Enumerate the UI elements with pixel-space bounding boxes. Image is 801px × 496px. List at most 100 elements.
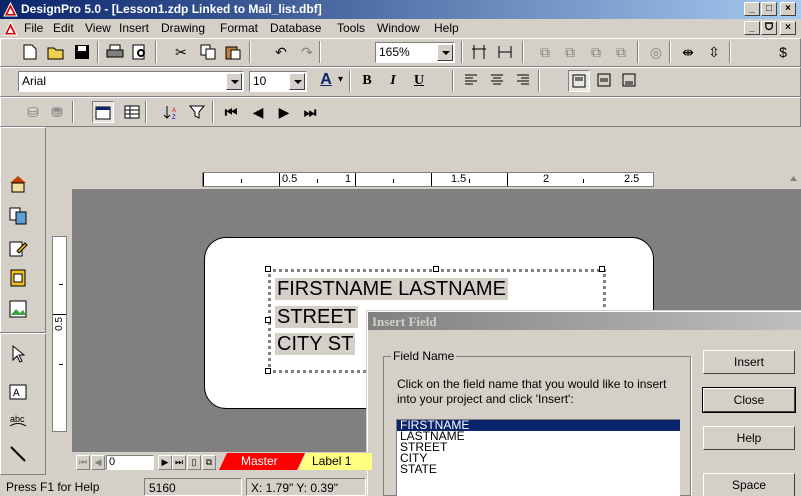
dialog-title[interactable]: Insert Field (368, 312, 801, 330)
flip-vertical-icon[interactable]: ⇳ (703, 41, 725, 63)
add-page-icon[interactable]: ▯ (187, 455, 201, 470)
document-logo-icon[interactable] (3, 21, 18, 36)
insert-button[interactable]: Insert (703, 350, 795, 374)
record-number-input[interactable]: 0 (106, 455, 154, 470)
filter-icon[interactable] (186, 101, 208, 123)
edit-pencil-icon[interactable] (8, 238, 32, 262)
toolbar-separator (97, 41, 99, 63)
toolbar-separator (461, 41, 463, 63)
menu-file[interactable]: File (24, 21, 43, 35)
list-item[interactable]: STATE (397, 463, 680, 475)
resize-handle[interactable] (599, 266, 605, 272)
sort-icon[interactable]: AZ (160, 101, 182, 123)
window-titlebar[interactable]: DesignPro 5.0 - [Lesson1.zdp Linked to M… (0, 0, 801, 19)
layout-icon[interactable] (8, 206, 32, 230)
toolbar-separator (637, 41, 639, 63)
chevron-down-icon[interactable]: ▾ (338, 74, 343, 85)
table-view-icon[interactable] (121, 101, 143, 123)
ruler-tick (393, 179, 394, 183)
home-icon[interactable] (8, 174, 32, 198)
undo-icon[interactable]: ↶ (270, 41, 292, 63)
print-icon[interactable] (104, 41, 126, 63)
valign-top-icon[interactable] (568, 70, 590, 92)
valign-middle-icon[interactable] (593, 70, 615, 92)
svg-text:A: A (172, 108, 176, 114)
text-box-icon[interactable]: A (8, 382, 32, 406)
valign-bottom-icon[interactable] (618, 70, 640, 92)
italic-button[interactable]: I (382, 70, 404, 92)
menu-drawing[interactable]: Drawing (161, 21, 205, 35)
align-right-icon[interactable] (512, 70, 534, 92)
maximize-button[interactable]: □ (761, 2, 777, 16)
paste-icon[interactable] (222, 41, 244, 63)
picture-icon[interactable] (8, 299, 32, 323)
list-item[interactable]: CITY (397, 452, 680, 464)
last-record-icon[interactable]: ⏭ (299, 101, 321, 123)
label-line-street[interactable]: STREET (275, 306, 358, 328)
resize-handle[interactable] (433, 266, 439, 272)
new-file-icon[interactable] (19, 41, 41, 63)
doc-restore-button[interactable]: ᗜ (761, 21, 777, 35)
zoom-select[interactable]: 165% (375, 42, 455, 63)
arc-text-icon[interactable]: abc (8, 412, 32, 436)
resize-handle[interactable] (265, 266, 271, 272)
tab-master[interactable]: Master (219, 453, 305, 470)
close-button[interactable]: × (780, 2, 796, 16)
underline-button[interactable]: U (408, 70, 430, 92)
toolbar-separator (155, 41, 157, 63)
previous-record-icon[interactable]: ◀ (247, 101, 269, 123)
flip-horizontal-icon[interactable]: ⇼ (677, 41, 699, 63)
horizontal-ruler: 0.5 1 1.5 2 2.5 (202, 172, 654, 187)
font-size-select[interactable]: 10 (249, 71, 307, 92)
menu-tools[interactable]: Tools (337, 21, 365, 35)
resize-handle[interactable] (265, 368, 271, 374)
ruler-label: 2.5 (624, 173, 640, 185)
list-item[interactable]: STREET (397, 441, 680, 453)
label-line-city-state[interactable]: CITY ST (275, 333, 356, 355)
align-icon[interactable] (494, 41, 516, 63)
chevron-down-icon[interactable] (437, 44, 453, 61)
menu-edit[interactable]: Edit (53, 21, 74, 35)
dollar-icon[interactable]: $ (772, 41, 794, 63)
chevron-down-icon[interactable] (289, 73, 305, 90)
bold-button[interactable]: B (356, 70, 378, 92)
menu-database[interactable]: Database (270, 21, 321, 35)
font-color-button[interactable]: A (314, 71, 338, 93)
menu-format[interactable]: Format (220, 21, 258, 35)
first-record-icon[interactable]: ⏮ (220, 101, 242, 123)
tab-label-1-text: Label 1 (312, 454, 352, 468)
align-left-icon[interactable] (460, 70, 482, 92)
open-folder-icon[interactable] (45, 41, 67, 63)
align-center-icon[interactable] (486, 70, 508, 92)
cut-icon[interactable]: ✂ (170, 41, 192, 63)
line-tool-icon[interactable] (8, 444, 32, 468)
resize-handle[interactable] (265, 317, 271, 323)
next-record-nav-icon[interactable]: ▶ (158, 455, 172, 470)
menu-insert[interactable]: Insert (119, 21, 149, 35)
font-select[interactable]: Arial (18, 71, 244, 92)
scroll-up-button[interactable] (786, 171, 801, 189)
grid-snap-icon[interactable] (468, 41, 490, 63)
save-icon[interactable] (71, 41, 93, 63)
chevron-down-icon[interactable] (226, 73, 242, 90)
field-view-icon[interactable] (92, 101, 114, 123)
copy-icon[interactable] (197, 41, 219, 63)
tab-label-1[interactable]: Label 1 (298, 453, 372, 470)
font-value: Arial (22, 74, 47, 88)
menu-view[interactable]: View (85, 21, 111, 35)
dialog-instructions: Click on the field name that you would l… (397, 377, 667, 406)
close-dialog-button[interactable]: Close (702, 387, 796, 413)
print-preview-icon[interactable] (129, 41, 151, 63)
help-button[interactable]: Help (703, 426, 795, 450)
menu-window[interactable]: Window (377, 21, 420, 35)
label-line-firstname-lastname[interactable]: FIRSTNAME LASTNAME (275, 278, 508, 300)
last-record-nav-icon[interactable]: ⏭ (172, 455, 186, 470)
minimize-button[interactable]: _ (744, 2, 760, 16)
doc-close-button[interactable]: × (780, 21, 796, 35)
menu-help[interactable]: Help (434, 21, 459, 35)
address-book-icon[interactable] (8, 268, 32, 292)
doc-minimize-button[interactable]: _ (744, 21, 760, 35)
next-record-icon[interactable]: ▶ (273, 101, 295, 123)
pointer-arrow-icon[interactable] (8, 344, 32, 368)
copy-page-icon[interactable]: ⧉ (202, 455, 216, 470)
